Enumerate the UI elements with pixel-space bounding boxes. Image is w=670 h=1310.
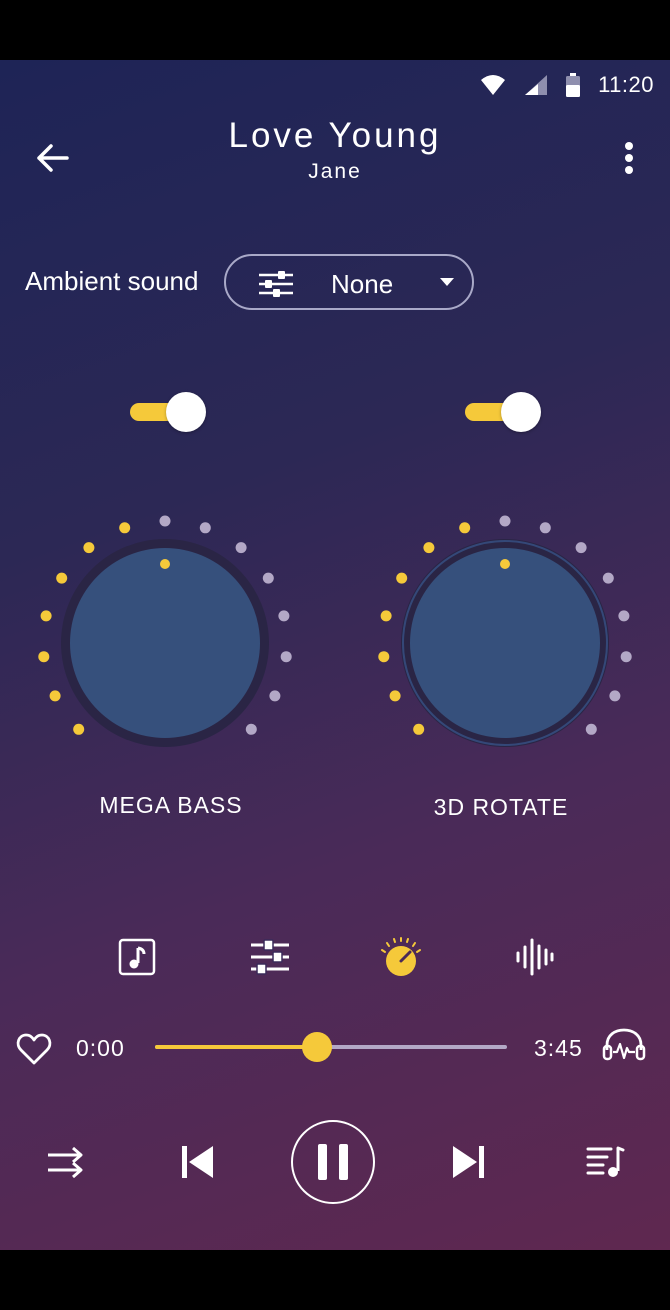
level-dot [396,572,408,584]
3d-rotate-knob[interactable] [375,513,635,773]
level-dot [40,610,52,622]
3d-rotate-toggle[interactable] [465,390,545,434]
song-title: Love Young [228,116,442,155]
level-dot [620,651,632,663]
dial-effect-icon [381,937,421,976]
current-time: 0:00 [76,1035,125,1061]
level-dot [575,542,587,554]
music-note-button[interactable] [112,932,162,982]
next-button[interactable] [446,1142,492,1182]
clock: 11:20 [598,72,654,97]
ambient-sound-dropdown[interactable]: None [224,254,474,310]
level-dot [73,723,85,735]
headphone-effect-button[interactable] [602,1028,646,1067]
playlist-button[interactable] [582,1142,628,1182]
level-dot [56,572,68,584]
3d-rotate-label: 3D ROTATE [433,794,569,820]
level-dot [602,572,614,584]
level-dot [585,723,597,735]
repeat-icon [48,1146,83,1179]
battery-icon [566,73,581,97]
heart-icon [16,1033,52,1065]
next-icon [453,1146,484,1178]
music-note-icon [118,938,156,976]
knob-indicator [500,559,510,569]
level-dot [389,690,401,702]
level-dot [49,690,61,702]
level-dot [378,651,390,663]
player-screen: 11:20 Love Young Jane Ambient sound None [0,60,670,1250]
level-dot [499,515,511,527]
level-dot [159,515,171,527]
level-dot [83,542,95,554]
total-time: 3:45 [534,1035,583,1061]
seek-bar-fill [155,1045,317,1049]
level-dot [280,651,292,663]
favorite-button[interactable] [16,1032,52,1071]
previous-button[interactable] [174,1142,220,1182]
artist-name: Jane [308,160,362,183]
3d-rotate-dial [378,515,632,747]
dropdown-caret-icon [440,278,454,286]
playlist-icon [586,1146,625,1177]
level-dot [235,542,247,554]
equalizer-button[interactable] [245,932,295,982]
mega-bass-toggle[interactable] [130,390,210,434]
sliders-icon [259,271,293,297]
more-vert-icon [625,142,633,174]
level-dot [380,610,392,622]
mega-bass-dial [38,515,292,747]
more-options-button[interactable] [614,136,644,180]
waveform-button[interactable] [509,932,559,982]
sound-effect-button[interactable] [376,932,426,982]
top-black-bar [0,0,670,60]
bottom-black-bar [0,1250,670,1310]
level-dot [539,522,551,534]
status-bar: 11:20 [480,70,654,100]
signal-icon [525,75,548,95]
seek-bar[interactable] [155,1032,507,1062]
pause-button[interactable] [291,1120,375,1204]
headphone-wave-icon [602,1028,646,1061]
level-dot [413,723,425,735]
mega-bass-knob[interactable] [35,513,295,773]
wifi-icon [481,75,506,95]
ambient-sound-value: None [331,269,394,299]
repeat-button[interactable] [42,1142,88,1182]
level-dot [245,723,257,735]
seek-bar-thumb[interactable] [301,1032,332,1062]
level-dot [38,651,50,663]
level-dot [199,522,211,534]
waveform-icon [516,938,554,976]
equalizer-icon [251,939,289,975]
ambient-sound-label: Ambient sound [25,266,199,296]
level-dot [269,690,281,702]
level-dot [262,572,274,584]
level-dot [618,610,630,622]
level-dot [278,610,290,622]
pause-icon [318,1144,348,1180]
toggle-thumb [166,392,206,432]
knob-indicator [160,559,170,569]
level-dot [423,542,435,554]
mega-bass-label: MEGA BASS [99,792,243,818]
level-dot [459,522,471,534]
previous-icon [182,1146,213,1178]
toggle-thumb [501,392,541,432]
level-dot [119,522,131,534]
level-dot [609,690,621,702]
